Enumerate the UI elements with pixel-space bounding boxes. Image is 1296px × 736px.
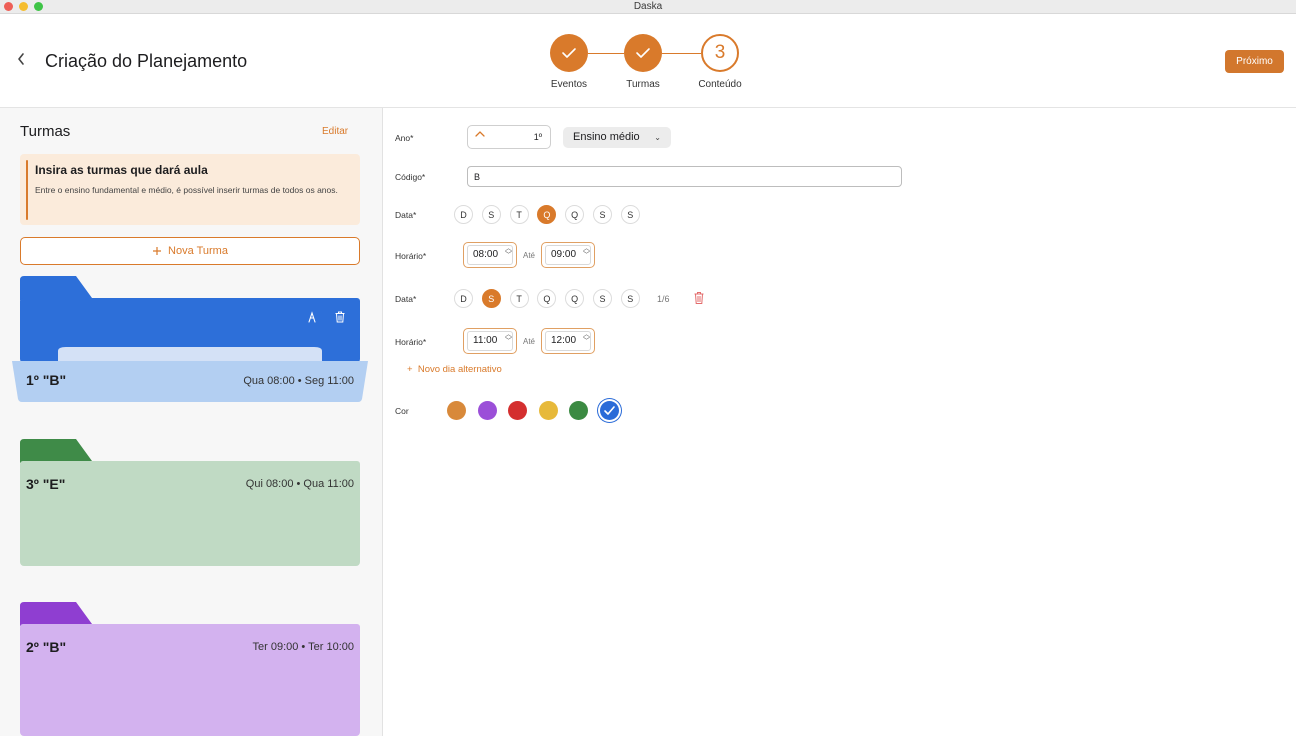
check-icon bbox=[562, 48, 576, 58]
sidebar: Turmas Editar Insira as turmas que dará … bbox=[0, 108, 383, 736]
code-input[interactable] bbox=[467, 166, 902, 187]
class-form: Ano* 1º Ensino médio ⌄ Código* Data* DST… bbox=[384, 108, 1296, 736]
class-name: 1º "B" bbox=[26, 372, 67, 388]
weekday-toggle[interactable]: S bbox=[620, 289, 640, 308]
year-stepper[interactable]: 1º bbox=[467, 125, 551, 149]
step-label: Turmas bbox=[626, 79, 660, 90]
weekday-toggle[interactable]: S bbox=[593, 205, 612, 224]
stepper-arrows-icon[interactable]: ︿ ﹀ bbox=[505, 245, 512, 259]
sidebar-title: Turmas bbox=[20, 123, 71, 140]
class-name: 3º "E" bbox=[26, 476, 66, 492]
year-label: Ano* bbox=[395, 133, 414, 143]
stepper-connector bbox=[588, 53, 624, 54]
folder-tab bbox=[20, 439, 100, 463]
folder-tab bbox=[20, 602, 100, 626]
weekday-toggle[interactable]: S bbox=[481, 289, 501, 308]
end-time-field[interactable]: 09:00 ︿ ﹀ bbox=[541, 242, 595, 268]
new-alt-day-label: Novo dia alternativo bbox=[417, 364, 502, 375]
new-alt-day-button[interactable]: + Novo dia alternativo bbox=[407, 364, 502, 375]
folder-tab bbox=[20, 276, 100, 300]
weekday-toggle[interactable]: Q bbox=[537, 205, 557, 224]
window-title: Daska bbox=[633, 1, 663, 12]
color-swatch[interactable] bbox=[477, 401, 497, 420]
stepper-arrows-icon[interactable]: ︿ ﹀ bbox=[505, 331, 512, 345]
weekday-toggle[interactable]: D bbox=[454, 205, 473, 224]
edit-pencil-icon[interactable] bbox=[305, 310, 319, 324]
class-schedule: Ter 09:00 • Ter 10:00 bbox=[252, 641, 355, 653]
weekday-toggle[interactable]: Q bbox=[565, 289, 585, 308]
alt-day-count: 1/6 bbox=[657, 294, 670, 304]
color-swatch[interactable] bbox=[508, 401, 527, 420]
code-label: Código* bbox=[395, 172, 426, 182]
weekday-toggle[interactable]: S bbox=[620, 205, 640, 224]
color-swatch[interactable] bbox=[447, 401, 466, 420]
step-eventos[interactable] bbox=[550, 34, 588, 72]
trash-icon[interactable] bbox=[693, 291, 705, 305]
stepper-arrows-icon[interactable]: ︿ ﹀ bbox=[583, 245, 590, 259]
date-label: Data* bbox=[395, 210, 417, 220]
end-time-field[interactable]: 12:00 ︿ ﹀ bbox=[541, 328, 595, 354]
color-swatch[interactable] bbox=[569, 401, 588, 420]
class-schedule: Qua 08:00 • Seg 11:00 bbox=[243, 375, 354, 387]
weekday-toggle[interactable]: S bbox=[481, 205, 501, 224]
date-label: Data* bbox=[395, 294, 417, 304]
weekday-toggle[interactable]: Q bbox=[565, 205, 585, 224]
step-turmas[interactable] bbox=[624, 34, 662, 72]
window-titlebar: Daska bbox=[0, 0, 1296, 14]
color-swatch[interactable] bbox=[597, 399, 621, 422]
year-value: 1º bbox=[533, 132, 542, 142]
header: Criação do Planejamento Eventos Turmas 3… bbox=[0, 15, 1296, 108]
edit-link[interactable]: Editar bbox=[322, 126, 348, 137]
step-conteudo[interactable]: 3 bbox=[701, 34, 739, 72]
folder-body bbox=[20, 461, 360, 566]
class-card[interactable]: 3º "E" Qui 08:00 • Qua 11:00 bbox=[20, 439, 360, 567]
until-label: Até bbox=[523, 251, 536, 260]
back-button[interactable] bbox=[16, 51, 26, 69]
trash-icon[interactable] bbox=[333, 310, 347, 324]
class-name: 2º "B" bbox=[26, 639, 67, 655]
weekday-toggle[interactable]: S bbox=[593, 289, 612, 308]
callout-accent-bar bbox=[26, 160, 28, 220]
start-time-field[interactable]: 11:00 ︿ ﹀ bbox=[463, 328, 517, 354]
start-time-field[interactable]: 08:00 ︿ ﹀ bbox=[463, 242, 517, 268]
next-button[interactable]: Próximo bbox=[1225, 50, 1284, 73]
chevron-left-icon bbox=[18, 53, 24, 65]
page-title: Criação do Planejamento bbox=[45, 51, 248, 71]
callout-title: Insira as turmas que dará aula bbox=[35, 163, 208, 177]
class-card[interactable]: 1º "B" Qua 08:00 • Seg 11:00 bbox=[12, 276, 368, 406]
plus-icon bbox=[153, 247, 162, 255]
level-select[interactable]: Ensino médio ⌄ bbox=[563, 127, 671, 148]
check-icon bbox=[636, 48, 650, 58]
weekday-toggle[interactable]: D bbox=[454, 289, 473, 308]
plus-icon: + bbox=[407, 364, 418, 375]
info-callout: Insira as turmas que dará aula Entre o e… bbox=[20, 154, 360, 225]
weekday-toggle[interactable]: T bbox=[509, 205, 529, 224]
time-label: Horário* bbox=[395, 251, 427, 261]
class-schedule: Qui 08:00 • Qua 11:00 bbox=[245, 478, 354, 490]
color-label: Cor bbox=[395, 406, 409, 416]
color-swatch[interactable] bbox=[538, 401, 558, 420]
weekday-toggle[interactable]: Q bbox=[537, 289, 557, 308]
until-label: Até bbox=[523, 337, 536, 346]
time-label: Horário* bbox=[395, 337, 427, 347]
new-class-label: Nova Turma bbox=[168, 245, 228, 257]
class-card[interactable]: 2º "B" Ter 09:00 • Ter 10:00 bbox=[20, 602, 360, 736]
check-icon bbox=[603, 406, 615, 415]
step-label: Conteúdo bbox=[698, 79, 742, 90]
level-value: Ensino médio bbox=[573, 131, 640, 143]
step-label: Eventos bbox=[550, 79, 588, 90]
callout-text: Entre o ensino fundamental e médio, é po… bbox=[35, 185, 338, 195]
stepper-connector bbox=[662, 53, 701, 54]
weekday-toggle[interactable]: T bbox=[509, 289, 529, 308]
new-class-button[interactable]: Nova Turma bbox=[20, 237, 360, 265]
stepper-arrows-icon[interactable]: ︿ ﹀ bbox=[583, 331, 590, 345]
chevron-down-icon: ⌄ bbox=[654, 133, 661, 142]
chevron-up-icon[interactable] bbox=[474, 129, 486, 139]
